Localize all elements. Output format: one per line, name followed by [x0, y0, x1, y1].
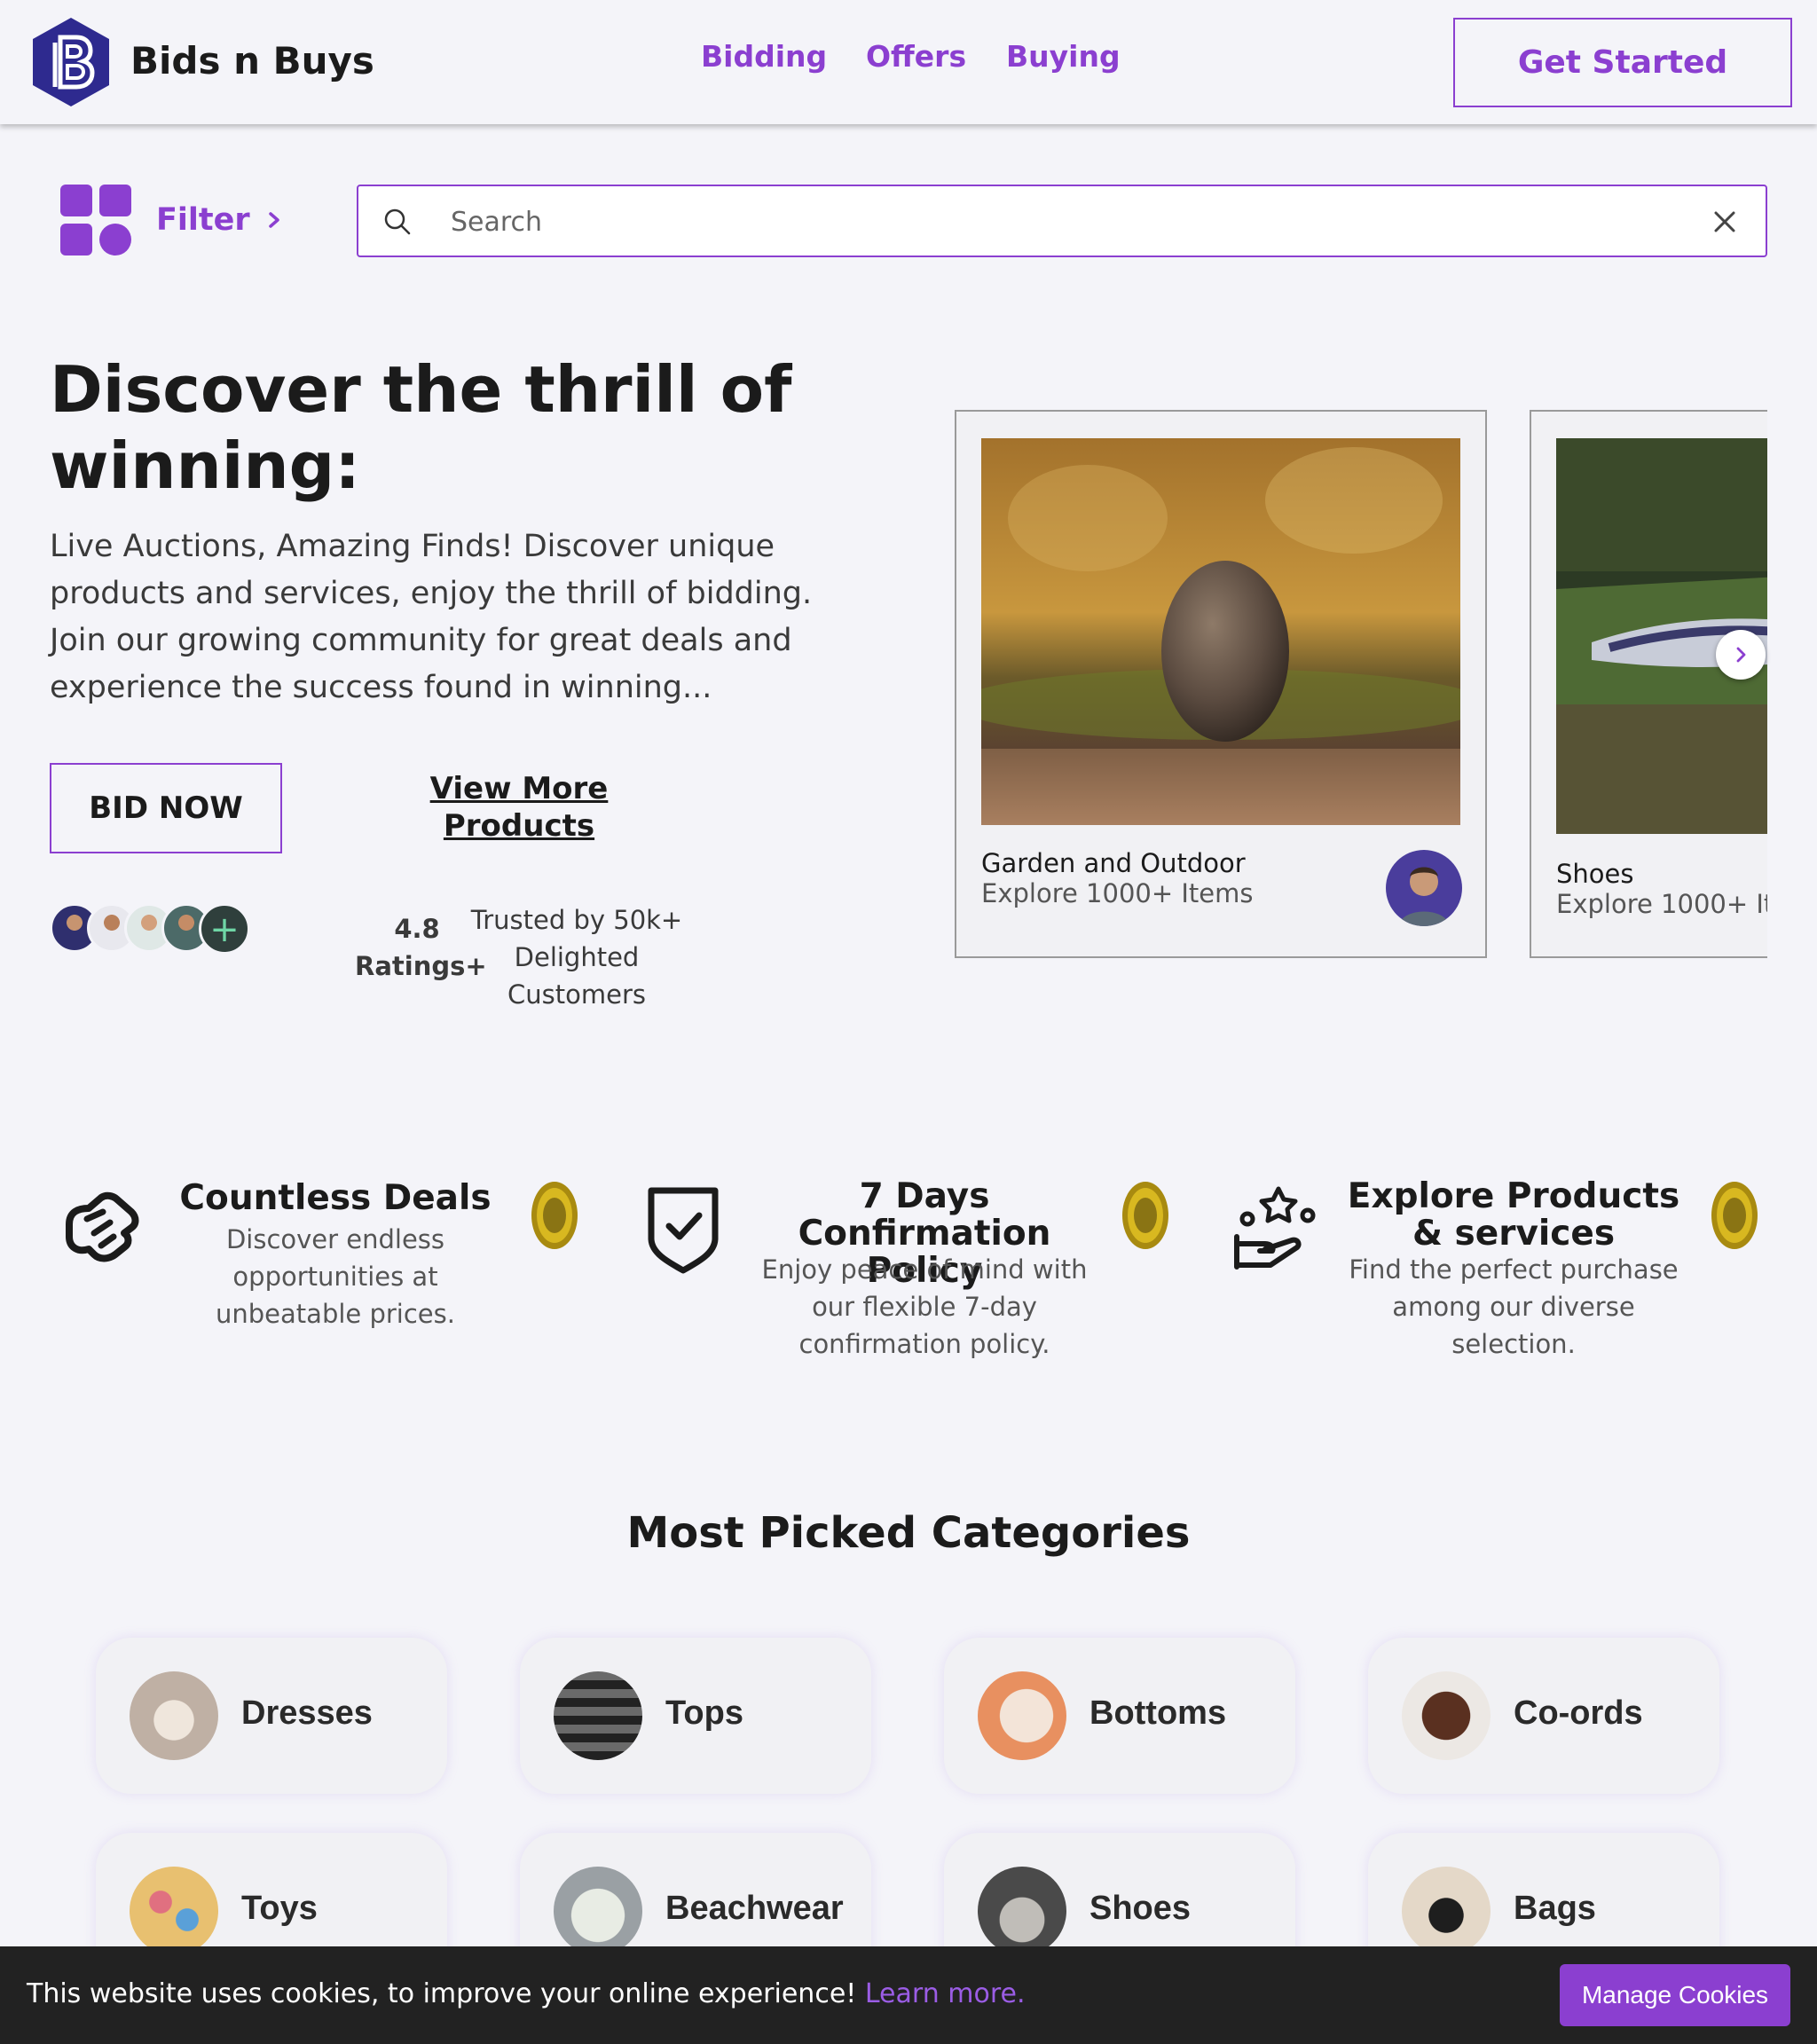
category-bottoms[interactable]: Bottoms [944, 1638, 1295, 1794]
beachwear-thumbnail [554, 1867, 642, 1955]
learn-more-link[interactable]: Learn more. [865, 1978, 1026, 2009]
category-label: Bottoms [1089, 1694, 1227, 1732]
cookie-banner: This website uses cookies, to improve yo… [0, 1946, 1817, 2044]
feature-explore-products: Explore Products & services Find the per… [1230, 1169, 1797, 1382]
search-bar [357, 185, 1767, 257]
product-title: Garden and Outdoor [981, 848, 1246, 878]
feature-title: Explore Products & services [1347, 1176, 1680, 1254]
trusted-customers-text: Trusted by 50k+ Delighted Customers [470, 905, 683, 1010]
category-label: Tops [665, 1694, 743, 1732]
feature-confirmation-policy: 7 Days Confirmation Policy Enjoy peace o… [641, 1169, 1208, 1382]
nav-offers[interactable]: Offers [866, 39, 966, 74]
chevron-right-icon [268, 212, 279, 228]
filter-label: Filter [156, 202, 250, 238]
filter-button[interactable]: Filter [60, 185, 284, 256]
chevron-right-icon [1736, 647, 1746, 663]
brand-logo-icon[interactable] [30, 16, 112, 108]
rating-label: Ratings+ [355, 951, 487, 981]
tops-thumbnail [554, 1671, 642, 1760]
hand-stars-icon [1234, 1186, 1316, 1270]
feature-title: Countless Deals [179, 1178, 492, 1218]
brand-name[interactable]: Bids n Buys [130, 39, 374, 83]
toys-thumbnail [130, 1867, 218, 1955]
coin-icon [1122, 1182, 1168, 1249]
close-icon[interactable] [1711, 208, 1739, 236]
feature-description: Discover endless opportunities at unbeat… [216, 1224, 455, 1329]
hero-description: Live Auctions, Amazing Finds! Discover u… [50, 529, 813, 705]
seller-avatar [1386, 850, 1462, 926]
feature-description: Enjoy peace of mind with our flexible 7-… [761, 1254, 1088, 1359]
category-label: Bags [1514, 1890, 1596, 1927]
feature-countless-deals: Countless Deals Discover endless opportu… [51, 1169, 619, 1382]
product-title: Shoes [1556, 859, 1634, 889]
category-label: Toys [241, 1890, 318, 1927]
rating-value: 4.8 [394, 914, 440, 944]
garden-outdoor-image [981, 438, 1460, 825]
bags-thumbnail [1402, 1867, 1491, 1955]
manage-cookies-button[interactable]: Manage Cookies [1560, 1964, 1790, 2026]
category-tops[interactable]: Tops [520, 1638, 871, 1794]
category-label: Shoes [1089, 1890, 1192, 1927]
category-label: Dresses [241, 1694, 373, 1732]
feature-description: Find the perfect purchase among our dive… [1349, 1254, 1679, 1359]
shoes-thumbnail [978, 1867, 1066, 1955]
coin-icon [1711, 1182, 1758, 1249]
coin-icon [531, 1182, 578, 1249]
site-header: Bids n Buys Bidding Offers Buying Get St… [0, 0, 1817, 124]
search-input[interactable] [451, 199, 1675, 245]
hero-title: Discover the thrill of winning: [50, 352, 792, 503]
categories-heading: Most Picked Categories [626, 1508, 1191, 1558]
category-label: Co-ords [1514, 1694, 1643, 1732]
product-subtitle: Explore 1000+ Items [981, 878, 1254, 908]
customer-avatars: + [50, 903, 254, 955]
dresses-thumbnail [130, 1671, 218, 1760]
bottoms-thumbnail [978, 1671, 1066, 1760]
cookie-message: This website uses cookies, to improve yo… [27, 1978, 857, 2009]
rating-block: 4.8 Ratings+ [355, 910, 487, 985]
category-dresses[interactable]: Dresses [96, 1638, 447, 1794]
view-more-products-link[interactable]: View More Products [408, 770, 630, 845]
product-card-garden[interactable]: Garden and Outdoor Explore 1000+ Items [955, 410, 1487, 958]
handshake-icon [66, 1191, 139, 1262]
co-ords-thumbnail [1402, 1671, 1491, 1760]
product-carousel: Garden and Outdoor Explore 1000+ Items S… [955, 410, 1767, 960]
cookie-message-line: This website uses cookies, to improve yo… [27, 1978, 1026, 2009]
category-label: Beachwear [665, 1890, 844, 1927]
category-co-ords[interactable]: Co-ords [1368, 1638, 1719, 1794]
product-card-shoes[interactable]: Shoes Explore 1000+ Items [1530, 410, 1767, 958]
search-icon [384, 208, 411, 235]
get-started-button[interactable]: Get Started [1453, 18, 1792, 107]
shield-check-icon [648, 1187, 719, 1274]
nav-buying[interactable]: Buying [1006, 39, 1121, 74]
plus-icon: + [199, 903, 250, 955]
nav-bidding[interactable]: Bidding [701, 39, 827, 74]
product-subtitle: Explore 1000+ Items [1556, 889, 1767, 919]
bid-now-button[interactable]: BID NOW [50, 763, 282, 853]
filter-grid-icon [60, 185, 131, 256]
carousel-next-button[interactable] [1716, 630, 1766, 680]
